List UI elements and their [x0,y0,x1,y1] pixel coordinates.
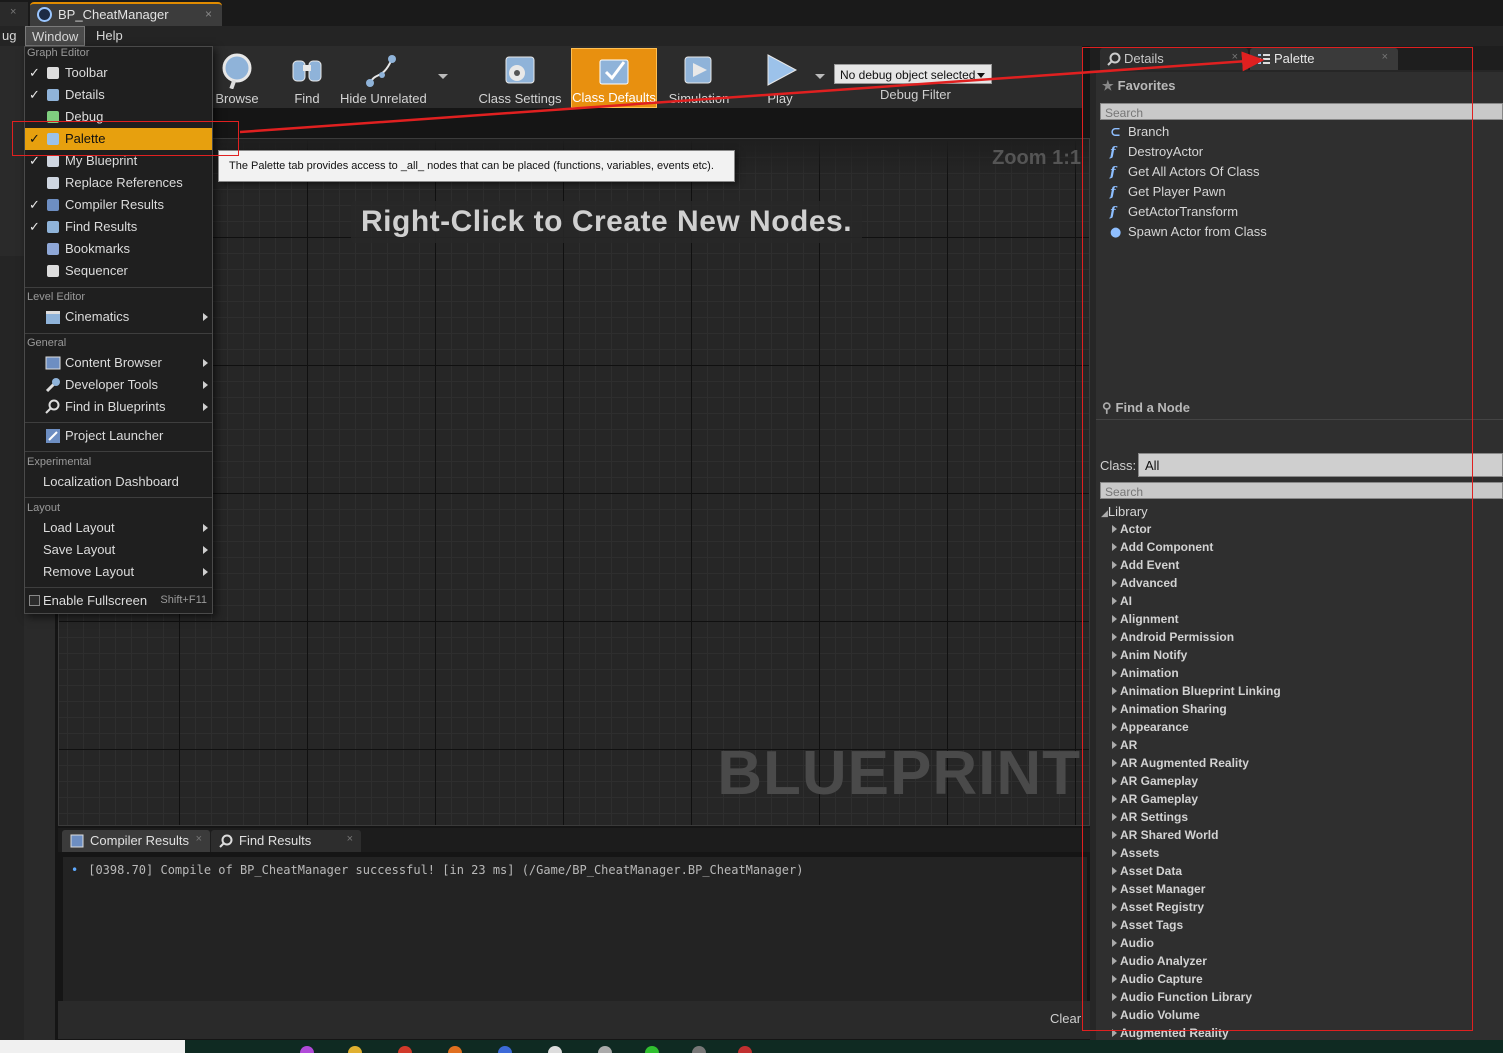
taskbar-app-icon[interactable] [448,1046,462,1053]
taskbar-search-area[interactable] [0,1040,185,1053]
os-taskbar [0,1040,1503,1053]
taskbar-app-icon[interactable] [300,1046,314,1053]
annotation-arrow [239,51,1265,134]
taskbar-app-icon[interactable] [598,1046,612,1053]
taskbar-app-icon[interactable] [398,1046,412,1053]
taskbar-app-icon[interactable] [738,1046,752,1053]
taskbar-app-icon[interactable] [498,1046,512,1053]
taskbar-unreal-icon[interactable] [692,1046,706,1053]
taskbar-app-icon[interactable] [645,1046,659,1053]
taskbar-app-icon[interactable] [548,1046,562,1053]
taskbar-folder-icon[interactable] [348,1046,362,1053]
